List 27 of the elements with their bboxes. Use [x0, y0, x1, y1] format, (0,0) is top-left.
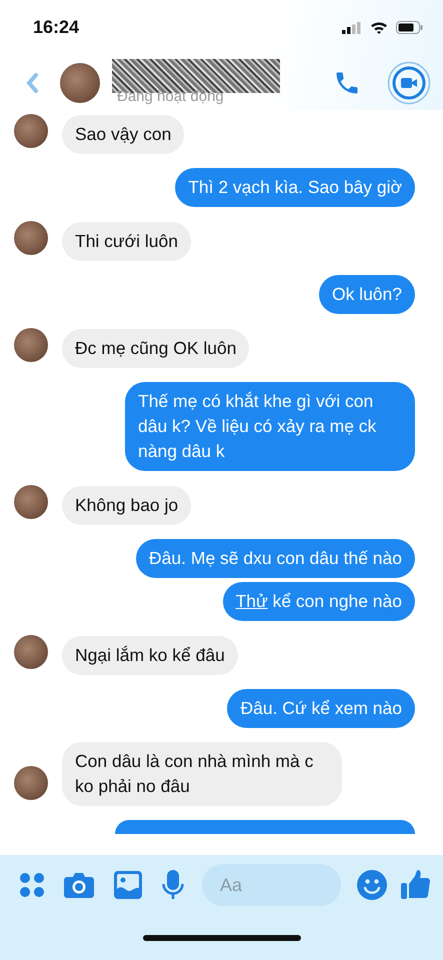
contact-avatar — [14, 328, 48, 362]
message-bubble: Không bao jo — [62, 486, 192, 525]
contact-avatar — [14, 766, 48, 800]
link[interactable]: Thử — [236, 591, 268, 611]
message-bubble: Ngại lắm ko kể đâu — [62, 636, 238, 675]
message-bubble: Con dâu là con nhà mình mà c ko phải no đâu — [62, 742, 342, 806]
wifi-icon — [370, 21, 388, 34]
message-bubble: Thi cưới luôn — [62, 222, 191, 261]
contact-avatar — [14, 635, 48, 669]
contact-avatar — [14, 114, 48, 148]
message-bubble: Ok luôn? — [318, 275, 415, 314]
message-bubble: Đâu. Cứ kể xem nào — [227, 689, 415, 728]
video-call-button[interactable] — [387, 60, 431, 104]
signal-icon — [342, 22, 362, 34]
contact-avatar — [14, 221, 48, 255]
message-bubble: Thế mẹ có khắt khe gì với con dâu k? Về liệu có xảy ra mẹ ck nàng dâu k — [125, 382, 415, 471]
contact-avatar[interactable] — [60, 62, 100, 102]
presence-status: Đang hoạt động — [117, 87, 224, 107]
message-bubble: Thử kể con nghe nào — [222, 582, 415, 621]
message-bubble: Sao vậy con — [62, 115, 184, 154]
message-bubble: Đc mẹ cũng OK luôn — [62, 329, 250, 368]
message-bubble: Đâu. Mẹ sẽ dxu con dâu thế nào — [136, 539, 415, 578]
contact-avatar — [14, 485, 48, 519]
message-input[interactable]: Aa — [202, 864, 341, 906]
message-bubble: Thì 2 vạch kìa. Sao bây giờ — [175, 168, 415, 207]
status-time: 16:24 — [33, 16, 80, 39]
battery-icon — [396, 21, 423, 34]
